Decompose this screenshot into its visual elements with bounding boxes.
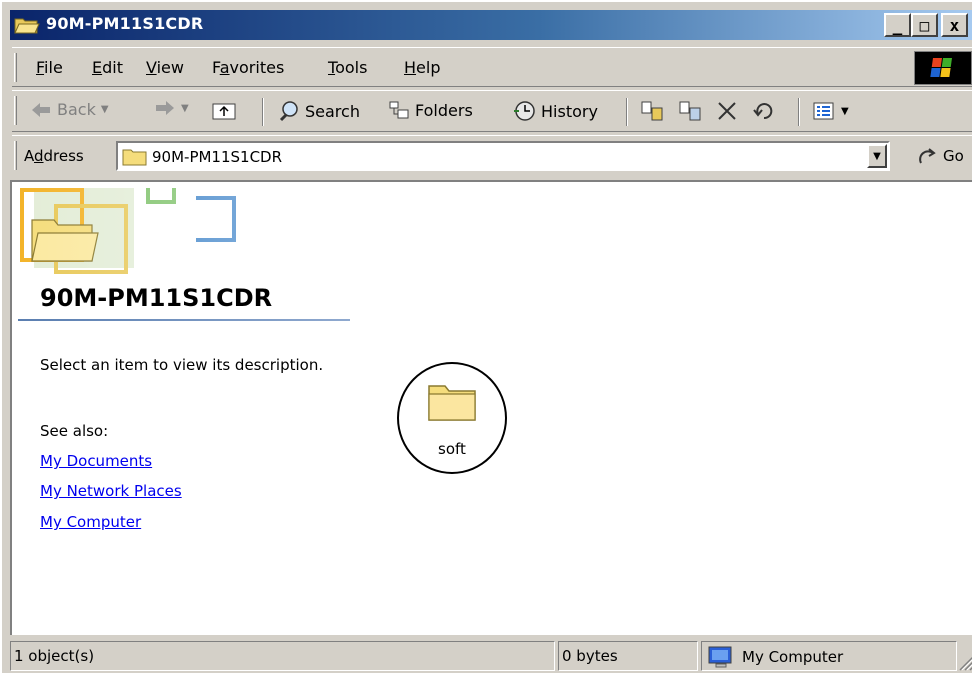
- address-bar: Address 90M-PM11S1CDR ▼ Go: [12, 135, 972, 177]
- my-computer-icon: [708, 646, 732, 668]
- move-to-button[interactable]: [640, 100, 664, 122]
- back-button[interactable]: Back ▼: [30, 100, 109, 119]
- copy-to-icon: [679, 101, 701, 121]
- status-zone: My Computer: [701, 641, 957, 671]
- toolbar-separator: [798, 98, 800, 126]
- window-title: 90M-PM11S1CDR: [46, 14, 204, 33]
- address-field[interactable]: 90M-PM11S1CDR ▼: [116, 141, 890, 171]
- maximize-button[interactable]: □: [911, 13, 938, 37]
- history-button[interactable]: History: [512, 100, 598, 122]
- back-arrow-icon: [32, 102, 50, 117]
- menu-favorites[interactable]: Favorites: [212, 58, 284, 77]
- menu-grip[interactable]: [14, 53, 17, 82]
- explorer-window: 90M-PM11S1CDR _ □ x File Edit View Favor…: [0, 0, 972, 673]
- address-grip[interactable]: [14, 141, 17, 170]
- menu-file[interactable]: File: [36, 58, 63, 77]
- link-my-network-places[interactable]: My Network Places: [40, 482, 182, 500]
- menu-help[interactable]: Help: [404, 58, 440, 77]
- status-size: 0 bytes: [558, 641, 698, 671]
- folder-open-icon: [14, 18, 40, 34]
- minimize-button[interactable]: _: [884, 13, 911, 37]
- menu-bar: File Edit View Favorites Tools Help: [12, 47, 972, 87]
- up-folder-button[interactable]: [212, 100, 236, 120]
- resize-grip[interactable]: [954, 651, 972, 671]
- copy-to-button[interactable]: [678, 100, 702, 122]
- undo-icon: [753, 103, 773, 120]
- views-button[interactable]: ▼: [812, 100, 849, 122]
- heading-divider: [18, 319, 350, 321]
- forward-button[interactable]: ▼: [154, 100, 189, 116]
- folder-banner-graphic: [20, 188, 244, 278]
- folder-view[interactable]: 90M-PM11S1CDR Select an item to view its…: [10, 180, 972, 635]
- go-arrow-icon: [919, 148, 936, 164]
- views-icon: [813, 102, 834, 120]
- folders-icon: [389, 101, 409, 119]
- close-button[interactable]: x: [941, 13, 968, 37]
- go-button[interactable]: Go: [917, 145, 964, 167]
- search-icon: [279, 101, 298, 122]
- toolbar-separator: [626, 98, 628, 126]
- delete-button[interactable]: [716, 100, 738, 122]
- status-object-count: 1 object(s): [10, 641, 555, 671]
- folder-icon: [428, 385, 476, 421]
- history-icon: [514, 101, 535, 121]
- search-button[interactable]: Search: [278, 100, 360, 122]
- toolbar-separator: [262, 98, 264, 126]
- menu-view[interactable]: View: [146, 58, 184, 77]
- toolbar-grip[interactable]: [14, 96, 17, 125]
- link-my-computer[interactable]: My Computer: [40, 513, 141, 531]
- standard-toolbar: Back ▼ ▼ Search Folders History ▼: [12, 90, 972, 132]
- menu-tools[interactable]: Tools: [328, 58, 367, 77]
- folder-icon: [122, 149, 147, 166]
- title-bar[interactable]: 90M-PM11S1CDR _ □ x: [10, 10, 972, 40]
- address-value: 90M-PM11S1CDR: [152, 148, 283, 166]
- item-description: Select an item to view its description.: [40, 356, 324, 374]
- forward-arrow-icon: [156, 101, 174, 115]
- up-folder-icon: [212, 103, 236, 120]
- undo-button[interactable]: [752, 100, 776, 122]
- windows-logo-icon: [914, 51, 972, 85]
- address-label: Address: [24, 147, 84, 165]
- menu-edit[interactable]: Edit: [92, 58, 123, 77]
- see-also-label: See also:: [40, 422, 109, 440]
- folders-button[interactable]: Folders: [388, 100, 473, 120]
- move-to-icon: [641, 101, 663, 121]
- folder-heading: 90M-PM11S1CDR: [40, 284, 273, 312]
- delete-icon: [718, 102, 736, 120]
- status-bar: 1 object(s) 0 bytes My Computer: [10, 639, 972, 673]
- address-dropdown-button[interactable]: ▼: [867, 144, 887, 168]
- file-name: soft: [438, 440, 466, 458]
- link-my-documents[interactable]: My Documents: [40, 452, 152, 470]
- file-item-soft[interactable]: soft: [397, 362, 507, 474]
